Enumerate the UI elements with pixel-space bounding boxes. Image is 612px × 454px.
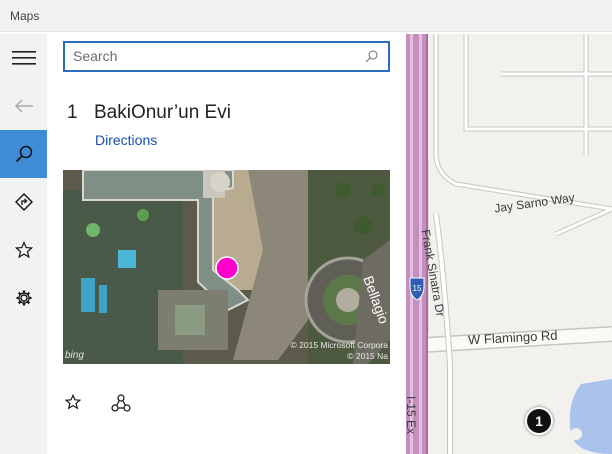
result-title: BakiOnur’un Evi bbox=[94, 102, 231, 123]
share-button[interactable] bbox=[111, 394, 131, 417]
search-icon[interactable] bbox=[365, 50, 378, 63]
copyright-microsoft: © 2015 Microsoft Corpora bbox=[290, 340, 388, 350]
search-input[interactable] bbox=[73, 46, 353, 66]
directions-link[interactable]: Directions bbox=[95, 132, 157, 148]
back-button[interactable] bbox=[0, 82, 47, 130]
road-map[interactable]: 15 Jay Sarno Way Frank Sinatra Dr W Flam… bbox=[406, 34, 612, 454]
result-number: 1 bbox=[67, 102, 78, 123]
settings-nav-button[interactable] bbox=[0, 274, 47, 322]
back-arrow-icon bbox=[14, 99, 33, 113]
map-result-pin[interactable]: 1 bbox=[525, 407, 553, 435]
window-title: Maps bbox=[10, 9, 40, 23]
favorites-star-icon bbox=[14, 241, 33, 259]
map-label-i15: I-15 Ex bbox=[406, 395, 419, 435]
search-nav-button[interactable] bbox=[0, 130, 47, 178]
search-icon bbox=[15, 145, 32, 163]
navigation-rail bbox=[0, 34, 47, 454]
directions-icon bbox=[14, 193, 33, 211]
location-marker bbox=[215, 256, 239, 280]
search-box[interactable] bbox=[63, 41, 390, 72]
directions-nav-button[interactable] bbox=[0, 178, 47, 226]
favorites-nav-button[interactable] bbox=[0, 226, 47, 274]
bing-watermark: bing bbox=[65, 350, 84, 361]
share-icon bbox=[111, 394, 131, 412]
settings-gear-icon bbox=[16, 290, 31, 306]
interstate-shield-label: 15 bbox=[413, 284, 422, 293]
favorite-button[interactable] bbox=[64, 393, 82, 415]
aerial-preview-image[interactable]: Bellagio bing © 2015 Microsoft Corpora ©… bbox=[63, 170, 390, 364]
favorite-star-icon bbox=[64, 393, 82, 410]
details-panel: 1 BakiOnur’un Evi Directions bbox=[47, 34, 406, 454]
title-bar: Maps bbox=[0, 0, 612, 32]
hamburger-menu-icon bbox=[11, 51, 36, 65]
copyright-navteq: © 2015 Na bbox=[347, 351, 388, 361]
hamburger-menu-button[interactable] bbox=[0, 34, 47, 82]
